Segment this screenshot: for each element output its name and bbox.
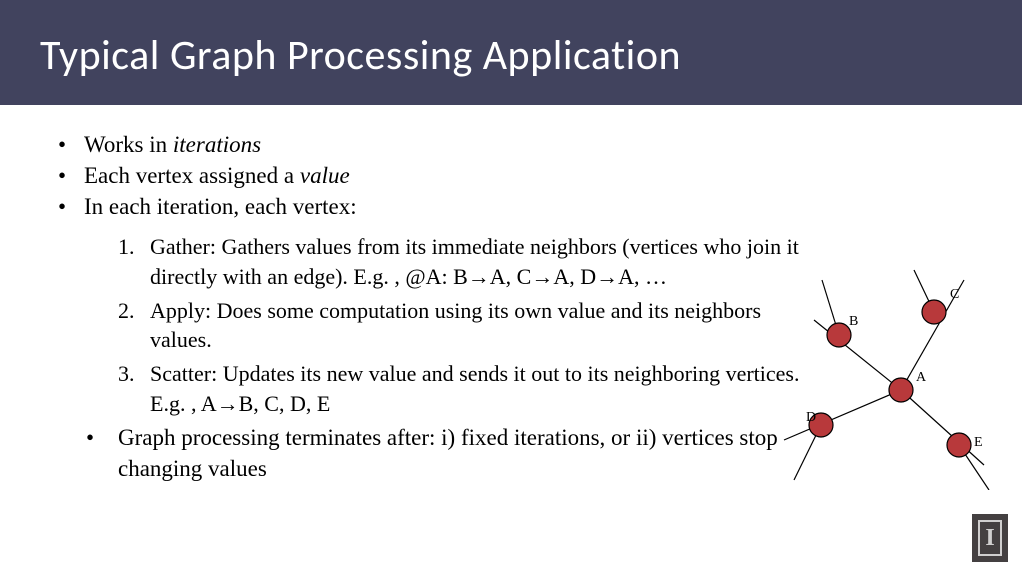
bullet-item: • Works in iterations — [40, 129, 780, 160]
bullet-text: Works in iterations — [84, 129, 780, 160]
text-em: iterations — [173, 132, 261, 157]
bullet-item: • Each vertex assigned a value — [40, 160, 780, 191]
node-label-C: C — [950, 287, 959, 303]
bullet-text: Graph processing terminates after: i) fi… — [118, 422, 820, 484]
text-span: Works in — [84, 132, 173, 157]
title-bar: Typical Graph Processing Application — [0, 0, 1022, 105]
ordered-steps: 1. Gather: Gathers values from its immed… — [40, 232, 820, 418]
text-em: value — [300, 163, 350, 188]
text-span: Each vertex assigned a — [84, 163, 300, 188]
step-number: 3. — [40, 359, 150, 389]
step-text: Scatter: Updates its new value and sends… — [150, 359, 820, 418]
illinois-logo: I — [972, 514, 1008, 562]
graph-diagram: A B C D E — [764, 260, 994, 490]
node-label-B: B — [849, 314, 858, 330]
step-number: 2. — [40, 296, 150, 326]
bullet-marker: • — [40, 422, 118, 453]
slide-title: Typical Graph Processing Application — [40, 30, 982, 81]
top-bullets: • Works in iterations • Each vertex assi… — [40, 129, 780, 222]
node-label-E: E — [974, 435, 983, 451]
node-label-D: D — [806, 410, 816, 426]
bullet-text: In each iteration, each vertex: — [84, 191, 780, 222]
bullet-marker: • — [40, 129, 84, 160]
node-A — [889, 378, 913, 402]
bullet-marker: • — [40, 191, 84, 222]
bullet-item: • In each iteration, each vertex: — [40, 191, 780, 222]
slide-content: • Works in iterations • Each vertex assi… — [0, 105, 1022, 484]
step-text: Gather: Gathers values from its immediat… — [150, 232, 820, 291]
step-item: 3. Scatter: Updates its new value and se… — [40, 359, 820, 418]
node-E — [947, 433, 971, 457]
bullet-item: • Graph processing terminates after: i) … — [40, 422, 820, 484]
node-B — [827, 323, 851, 347]
edge-A-B — [814, 320, 901, 390]
logo-letter: I — [985, 525, 994, 552]
step-text: Apply: Does some computation using its o… — [150, 296, 820, 355]
node-label-A: A — [916, 370, 926, 386]
step-number: 1. — [40, 232, 150, 262]
bullet-marker: • — [40, 160, 84, 191]
bullet-text: Each vertex assigned a value — [84, 160, 780, 191]
logo-frame: I — [978, 520, 1002, 556]
step-item: 2. Apply: Does some computation using it… — [40, 296, 820, 355]
edge-A-E — [901, 390, 984, 465]
node-C — [922, 300, 946, 324]
edge-A-D — [784, 390, 901, 440]
step-item: 1. Gather: Gathers values from its immed… — [40, 232, 820, 291]
graph-svg — [764, 260, 994, 490]
